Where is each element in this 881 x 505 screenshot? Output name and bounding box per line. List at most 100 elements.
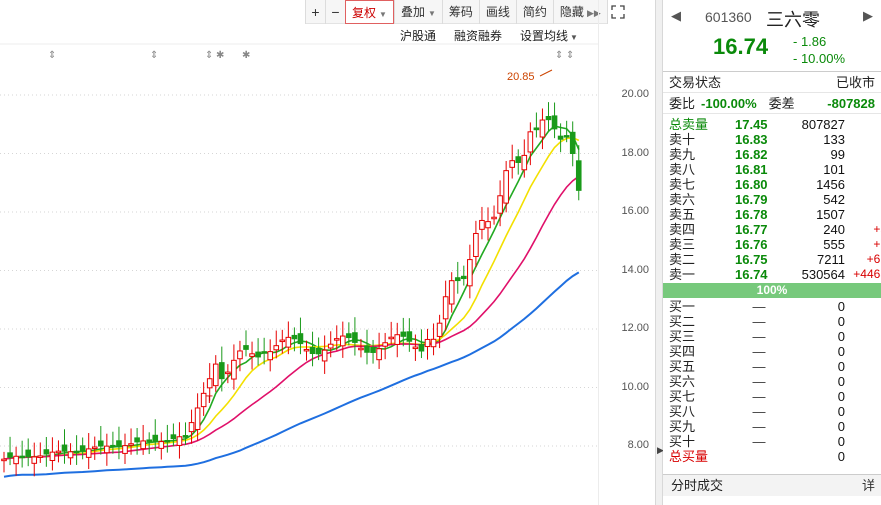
bid-row[interactable]: 买二 — 0	[663, 314, 881, 329]
zoom-out-button[interactable]: −	[325, 0, 345, 24]
candle-body	[164, 439, 171, 443]
ask-row[interactable]: 卖二 16.75 7211 +61	[663, 252, 881, 267]
event-marker-icon: ✱	[216, 50, 224, 61]
candle-body	[370, 347, 376, 353]
bid-volume: 0	[837, 374, 845, 389]
ask-label: 卖十	[669, 132, 696, 147]
ask-row[interactable]: 总卖量 17.45 807827	[663, 117, 881, 132]
candle-body	[485, 221, 491, 229]
bid-label: 买二	[669, 314, 696, 329]
t-marker-icon: T	[206, 394, 213, 406]
ask-volume: 807827	[801, 117, 845, 132]
ask-label: 卖二	[669, 252, 696, 267]
bid-row[interactable]: 买三 — 0	[663, 329, 881, 344]
ask-row[interactable]: 卖五 16.78 1507	[663, 207, 881, 222]
kline-chart-area[interactable]: 20.85 ⇕ ⇕ ⇕ ✱ ✱ ⇕ ⇕ T + − 复权 ▼ 叠加 ▼ 筹码 画线 简约 隐藏 ▶▶ …	[0, 0, 655, 505]
bid-row[interactable]: 买八 — 0	[663, 404, 881, 419]
ask-price: 16.80	[735, 177, 768, 192]
detail-button[interactable]: 详	[862, 475, 875, 497]
candle-body	[255, 351, 261, 358]
hgt-button[interactable]: 沪股通	[400, 27, 436, 44]
ask-row[interactable]: 卖四 16.77 240 +5	[663, 222, 881, 237]
candle-body	[25, 449, 31, 458]
candle-body	[19, 455, 25, 459]
ask-delta: +5	[873, 222, 881, 236]
ask-price: 17.45	[735, 117, 768, 132]
candle-body	[352, 332, 358, 343]
bid-row[interactable]: 买十 — 0	[663, 434, 881, 449]
bid-row[interactable]: 买六 — 0	[663, 374, 881, 389]
candle-body	[340, 335, 346, 347]
simple-mode-button[interactable]: 简约	[515, 0, 553, 24]
peak-price-label: 20.85	[507, 71, 535, 83]
margin-trading-button[interactable]: 融资融券	[454, 27, 502, 44]
candle-body	[430, 338, 437, 348]
chart-toolbar: + − 复权 ▼ 叠加 ▼ 筹码 画线 简约 隐藏 ▶▶	[305, 0, 629, 24]
stock-name: 三六零	[766, 10, 820, 30]
overlay-label: 叠加	[400, 5, 425, 19]
ask-delta: +4463	[853, 267, 881, 281]
candle-body	[13, 455, 19, 465]
kline-chart[interactable]: 20.85⇕ ⇕ ⇕ ✱ ✱ ⇕ ⇕T	[0, 0, 598, 505]
draw-line-button[interactable]: 画线	[478, 0, 516, 24]
candle-body	[491, 216, 497, 220]
candle-body	[569, 131, 576, 154]
bid-label: 买三	[669, 329, 696, 344]
candle-body	[333, 338, 340, 341]
moving-average-line	[3, 136, 580, 460]
bid-row[interactable]: 买七 — 0	[663, 389, 881, 404]
candle-body	[515, 156, 522, 163]
ma-setting-dropdown[interactable]: 设置均线 ▼	[520, 27, 578, 44]
candle-body	[134, 437, 140, 443]
next-stock-icon[interactable]: ▶	[863, 8, 873, 24]
bid-price	[735, 449, 783, 464]
candle-body	[7, 452, 13, 458]
change-value: - 1.86	[793, 34, 827, 49]
ask-label: 卖八	[669, 162, 696, 177]
bid-row[interactable]: 买四 — 0	[663, 344, 881, 359]
ask-row[interactable]: 卖六 16.79 542	[663, 192, 881, 207]
ask-row[interactable]: 卖一 16.74 530564 +4463	[663, 267, 881, 282]
bid-row[interactable]: 买五 — 0	[663, 359, 881, 374]
bid-row[interactable]: 买一 — 0	[663, 299, 881, 314]
zoom-in-button[interactable]: +	[305, 0, 325, 24]
indicator-toolbar: 沪股通 融资融券 设置均线 ▼	[400, 27, 578, 44]
hide-label: 隐藏	[559, 5, 584, 19]
ask-price: 16.82	[735, 147, 768, 162]
candle-body	[212, 363, 219, 387]
ask-row[interactable]: 卖十 16.83 133	[663, 132, 881, 147]
candle-body	[327, 343, 334, 349]
chips-button[interactable]: 筹码	[441, 0, 479, 24]
candle-body	[140, 440, 146, 450]
ask-delta: +7	[873, 237, 881, 251]
ratio-value: -100.00%	[701, 96, 757, 111]
ask-volume: 101	[823, 162, 845, 177]
candle-body	[418, 343, 425, 352]
candle-body	[49, 451, 56, 462]
overlay-dropdown[interactable]: 叠加 ▼	[393, 0, 442, 24]
bid-label: 买一	[669, 299, 696, 314]
time-sales-header[interactable]: 分时成交 详	[663, 474, 881, 496]
candle-body	[400, 331, 407, 337]
bid-row[interactable]: 买九 — 0	[663, 419, 881, 434]
candle-body	[533, 127, 540, 131]
bid-volume: 0	[837, 299, 845, 314]
ask-delta	[845, 177, 881, 192]
candle-body	[394, 334, 401, 345]
ask-row[interactable]: 卖九 16.82 99	[663, 147, 881, 162]
ask-row[interactable]: 卖八 16.81 101	[663, 162, 881, 177]
candle-body	[152, 434, 159, 443]
candle-body	[85, 448, 92, 458]
ask-row[interactable]: 卖三 16.76 555 +7	[663, 237, 881, 252]
panel-splitter[interactable]: ▶	[655, 0, 664, 505]
bid-price: —	[752, 419, 766, 434]
ask-delta	[845, 207, 881, 222]
adjust-price-dropdown[interactable]: 复权 ▼	[345, 0, 394, 24]
bid-label: 买四	[669, 344, 696, 359]
ask-label: 卖六	[669, 192, 696, 207]
trade-status-label: 交易状态	[669, 75, 722, 90]
prev-stock-icon[interactable]: ◀	[671, 8, 681, 24]
bid-row[interactable]: 总买量 0	[663, 449, 881, 464]
ask-row[interactable]: 卖七 16.80 1456	[663, 177, 881, 192]
ask-delta	[845, 147, 881, 162]
